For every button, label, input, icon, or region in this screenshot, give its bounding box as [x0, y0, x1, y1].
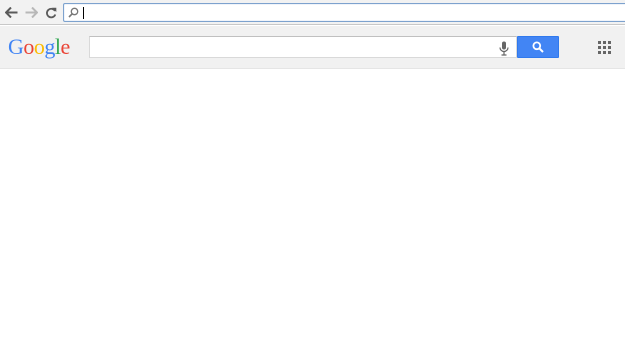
logo-letter: g [44, 34, 55, 59]
logo-letter: o [33, 34, 45, 59]
address-input[interactable] [82, 5, 622, 20]
logo-letter: o [23, 34, 34, 59]
search-icon [68, 7, 79, 18]
forward-button[interactable] [22, 4, 40, 21]
apps-grid-icon[interactable] [598, 41, 612, 55]
logo-letter: e [60, 34, 71, 59]
search-button[interactable] [517, 36, 559, 58]
text-caret [83, 7, 84, 19]
arrow-left-icon [4, 7, 17, 18]
reload-icon [46, 7, 57, 18]
arrow-right-icon [25, 7, 38, 18]
search-box[interactable] [89, 36, 517, 58]
browser-toolbar [0, 0, 625, 25]
search-input[interactable] [94, 39, 494, 55]
microphone-icon [499, 41, 509, 56]
google-header: Google [0, 26, 625, 69]
google-logo[interactable]: Google [8, 34, 70, 60]
back-button[interactable] [2, 4, 20, 21]
voice-search-button[interactable] [498, 40, 510, 56]
results-area [0, 70, 625, 362]
address-bar[interactable] [63, 3, 625, 22]
reload-button[interactable] [42, 4, 60, 21]
search-icon [532, 41, 544, 53]
logo-letter: G [8, 34, 24, 59]
